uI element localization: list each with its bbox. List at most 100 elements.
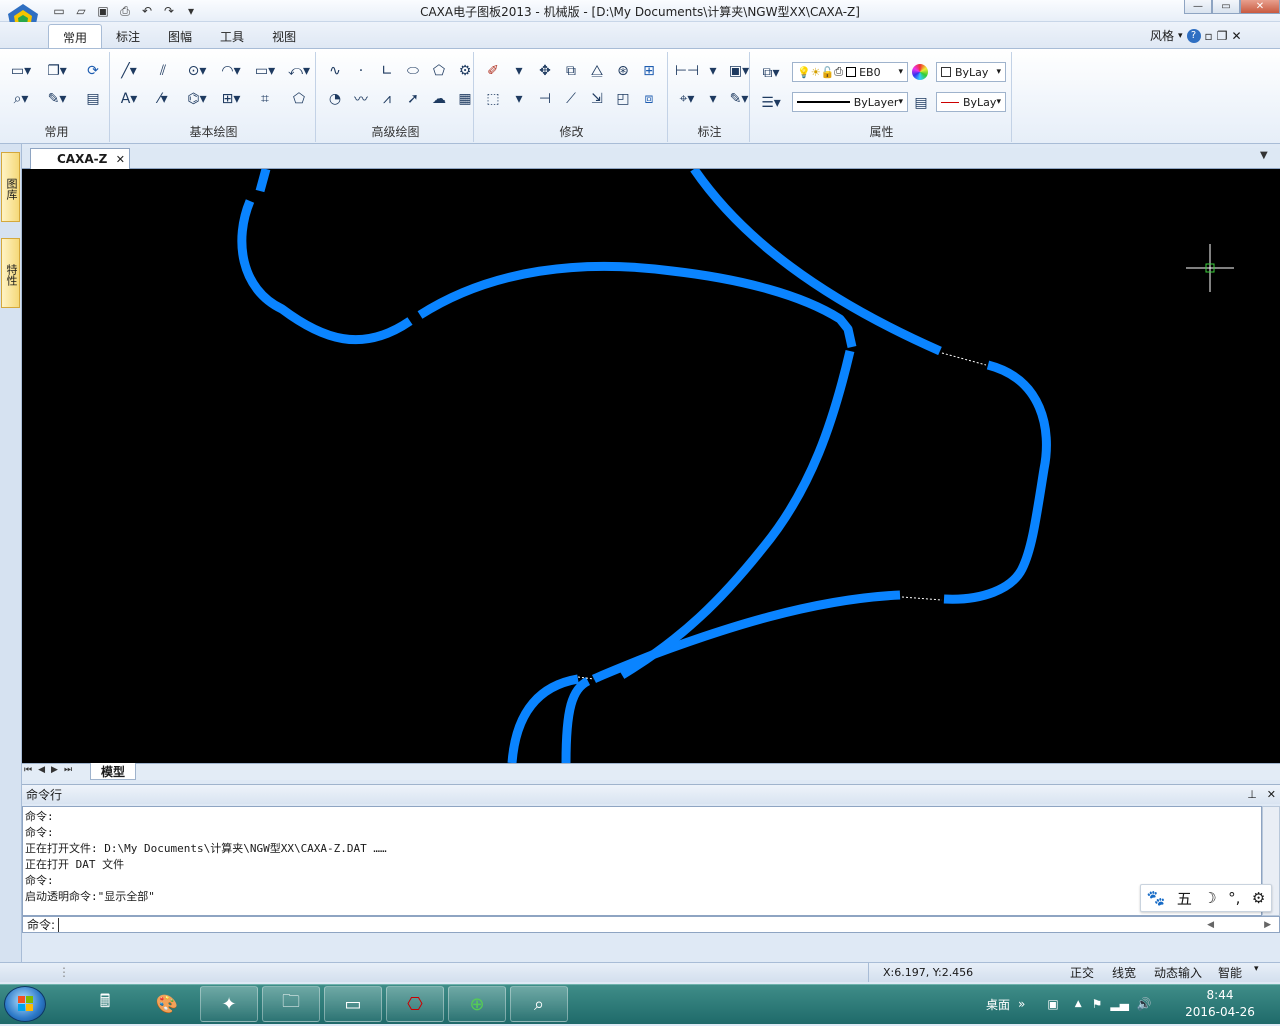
linestyle-icon[interactable]: ▤ bbox=[910, 92, 932, 114]
toggle-dynamic-input[interactable]: 动态输入 bbox=[1154, 964, 1202, 981]
rotate-icon[interactable]: ⊛ bbox=[612, 60, 634, 82]
green-app-icon[interactable]: ⊕ bbox=[448, 986, 506, 1022]
tab-sheet[interactable]: 图幅 bbox=[154, 24, 206, 48]
block-icon[interactable]: ⊞▾ bbox=[220, 88, 242, 110]
search-app-icon[interactable]: ⌕ bbox=[510, 986, 568, 1022]
linetype-select[interactable]: ByLayer ▾ bbox=[792, 92, 908, 112]
chevron-right-icon[interactable]: » bbox=[1018, 997, 1025, 1011]
polygon-icon[interactable]: ⬠ bbox=[428, 60, 450, 82]
tab-tools[interactable]: 工具 bbox=[206, 24, 258, 48]
tab-annotate[interactable]: 标注 bbox=[102, 24, 154, 48]
zigzag-icon[interactable]: ⩘ bbox=[376, 88, 398, 110]
arc-icon[interactable]: ◠▾ bbox=[220, 60, 242, 82]
edit-annotation-icon[interactable]: ✎▾ bbox=[728, 88, 750, 110]
circle-icon[interactable]: ⊙▾ bbox=[186, 60, 208, 82]
qat-customize-icon[interactable]: ▾ bbox=[182, 2, 200, 20]
tab-view[interactable]: 视图 bbox=[258, 24, 310, 48]
desktop-toolbar-label[interactable]: 桌面 bbox=[986, 996, 1010, 1013]
layer-select[interactable]: 💡 ☀ 🔓 ⎙ EB0 ▾ bbox=[792, 62, 908, 82]
toggle-lineweight[interactable]: 线宽 bbox=[1112, 964, 1136, 981]
polyline-icon[interactable]: ⤺▾ bbox=[288, 60, 310, 82]
style-label[interactable]: 风格 bbox=[1150, 27, 1174, 44]
explode-icon[interactable]: ⬚ bbox=[482, 88, 504, 110]
curve-right-loop[interactable] bbox=[943, 360, 1051, 604]
chevron-down-icon[interactable]: ▼ bbox=[1260, 150, 1268, 161]
hatch-icon[interactable]: ⌬▾ bbox=[186, 88, 208, 110]
command-input[interactable] bbox=[58, 917, 1179, 932]
dropdown-icon[interactable]: ▾ bbox=[702, 60, 724, 82]
curve-right-diagonal[interactable] bbox=[690, 166, 942, 356]
scale-icon[interactable]: ⧈ bbox=[638, 88, 660, 110]
wave-icon[interactable]: 〰 bbox=[350, 88, 372, 110]
file-explorer-icon[interactable]: 🗀 bbox=[262, 986, 320, 1022]
dimension-icon[interactable]: ⊢⊣ bbox=[675, 60, 699, 82]
pie-icon[interactable]: ◔ bbox=[324, 88, 346, 110]
lineweight-select[interactable]: ByLay ▾ bbox=[936, 92, 1006, 112]
format-paint-icon[interactable]: ✎▾ bbox=[46, 88, 68, 110]
text-icon[interactable]: A▾ bbox=[118, 88, 140, 110]
arrow-icon[interactable]: ➚ bbox=[402, 88, 424, 110]
undo-icon[interactable]: ↶ bbox=[138, 2, 156, 20]
show-hidden-icon[interactable]: ▲ bbox=[1075, 999, 1082, 1009]
toggle-ortho[interactable]: 正交 bbox=[1070, 964, 1094, 981]
close-icon[interactable]: ✕ bbox=[1267, 788, 1276, 801]
minimize-button[interactable]: — bbox=[1184, 0, 1212, 14]
tab-model[interactable]: 模型 bbox=[90, 763, 136, 780]
dropdown-icon[interactable]: ▾ bbox=[702, 88, 724, 110]
curve-left-loop[interactable] bbox=[237, 167, 413, 345]
spline-icon[interactable]: ∿ bbox=[324, 60, 346, 82]
cloud-icon[interactable]: ☁ bbox=[428, 88, 450, 110]
region-icon[interactable]: ⬠ bbox=[288, 88, 310, 110]
fillet-icon[interactable]: ◰ bbox=[612, 88, 634, 110]
signal-icon[interactable]: ▂▄ bbox=[1110, 997, 1128, 1011]
delete-icon[interactable]: ✐ bbox=[482, 60, 504, 82]
chevron-down-icon[interactable]: ▾ bbox=[1178, 31, 1183, 41]
help-icon[interactable]: ? bbox=[1186, 28, 1201, 43]
lineweight-icon[interactable]: ☰▾ bbox=[760, 92, 782, 114]
line-icon[interactable]: ╱▾ bbox=[118, 60, 140, 82]
layer-manager-icon[interactable]: ⧉▾ bbox=[760, 62, 782, 84]
moon-icon[interactable]: ☽ bbox=[1203, 889, 1216, 907]
refresh-icon[interactable]: ⟳ bbox=[82, 60, 104, 82]
tab-common[interactable]: 常用 bbox=[48, 24, 103, 48]
curve-upper-arc[interactable] bbox=[417, 261, 857, 348]
save-icon[interactable]: ▣ bbox=[94, 2, 112, 20]
copy-icon[interactable]: ❐▾ bbox=[46, 60, 68, 82]
maximize-button[interactable]: ▭ bbox=[1212, 0, 1240, 14]
redo-icon[interactable]: ↷ bbox=[160, 2, 178, 20]
hscroll-right-icon[interactable]: ▶ bbox=[1264, 920, 1271, 930]
extend-icon[interactable]: ⟋ bbox=[560, 88, 582, 110]
mirror-icon[interactable]: ⧋ bbox=[586, 60, 608, 82]
dropdown-icon[interactable]: ▾ bbox=[508, 88, 530, 110]
start-button[interactable] bbox=[4, 986, 46, 1022]
paint-icon[interactable]: 🎨 bbox=[138, 986, 196, 1022]
point-icon[interactable]: · bbox=[350, 60, 372, 82]
curve-bottom-right[interactable] bbox=[561, 676, 591, 764]
open-file-icon[interactable]: ▱ bbox=[72, 2, 90, 20]
angle-line-icon[interactable]: ∟ bbox=[376, 60, 398, 82]
copy-object-icon[interactable]: ⧉ bbox=[560, 60, 582, 82]
rectangle-icon[interactable]: ▭▾ bbox=[254, 60, 276, 82]
ellipse-icon[interactable]: ⬭ bbox=[402, 60, 424, 82]
new-icon[interactable]: ▭▾ bbox=[10, 60, 32, 82]
side-tab-properties[interactable]: 特性 bbox=[1, 238, 20, 308]
hscroll-left-icon[interactable]: ◀ bbox=[1207, 920, 1214, 930]
new-file-icon[interactable]: ▭ bbox=[50, 2, 68, 20]
volume-icon[interactable]: 🔊 bbox=[1137, 997, 1152, 1011]
window-icon[interactable]: ▭ bbox=[324, 986, 382, 1022]
dropdown-icon[interactable]: ▾ bbox=[508, 60, 530, 82]
doc-close-icon[interactable]: ✕ bbox=[1231, 29, 1241, 43]
ime-mode[interactable]: 五 bbox=[1177, 888, 1192, 909]
doc-restore-icon[interactable]: ❐ bbox=[1217, 29, 1228, 43]
doc-minimize-icon[interactable]: ▫ bbox=[1205, 29, 1213, 43]
move-icon[interactable]: ✥ bbox=[534, 60, 556, 82]
pin-icon[interactable]: ⊥ bbox=[1247, 788, 1257, 801]
close-icon[interactable]: ✕ bbox=[116, 153, 125, 166]
boundary-icon[interactable]: ⌗ bbox=[254, 88, 276, 110]
stretch-icon[interactable]: ⇲ bbox=[586, 88, 608, 110]
punctuation-icon[interactable]: °, bbox=[1228, 889, 1240, 907]
side-tab-library[interactable]: 图库 bbox=[1, 152, 20, 222]
chevron-down-icon[interactable]: ▾ bbox=[1254, 964, 1259, 974]
caxa-app-icon[interactable]: ✦ bbox=[200, 986, 258, 1022]
tolerance-icon[interactable]: ▣▾ bbox=[728, 60, 750, 82]
